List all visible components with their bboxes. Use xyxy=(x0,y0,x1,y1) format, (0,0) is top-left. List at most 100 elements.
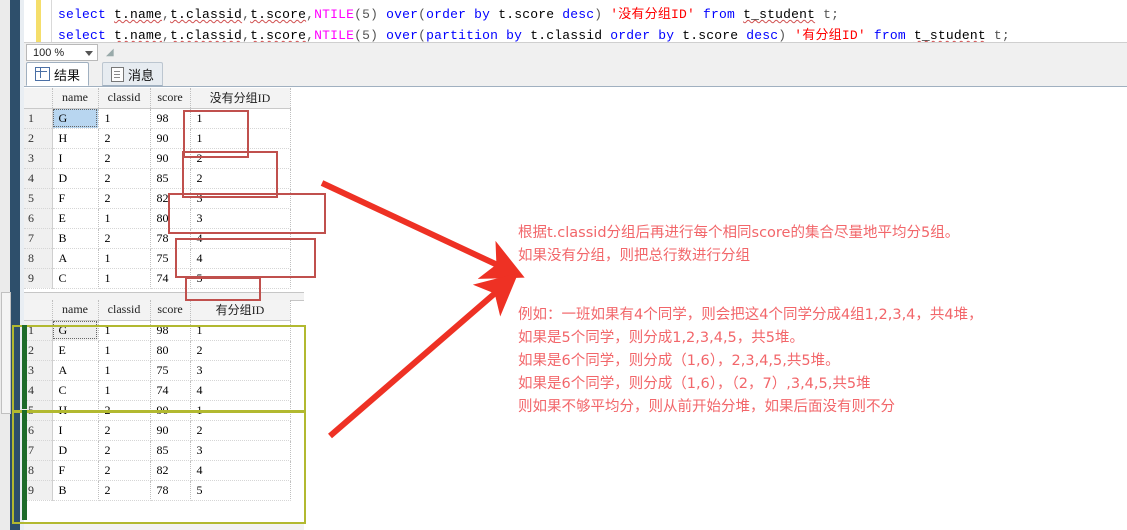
zoom-value: 100 % xyxy=(33,47,65,59)
sql-line-1[interactable]: select t.name,t.classid,t.score,NTILE(5)… xyxy=(58,3,839,22)
editor-gutter-separator xyxy=(51,0,52,42)
sql-token: desc xyxy=(746,28,779,43)
sql-token: , xyxy=(162,28,171,43)
grid-bottom-edge xyxy=(24,523,304,530)
cell-classid[interactable]: 2 xyxy=(98,168,151,189)
ntile-bracket-2 xyxy=(182,151,278,198)
sql-token: order by xyxy=(426,7,499,22)
sql-token: t.score xyxy=(498,7,563,22)
cell-name[interactable]: E xyxy=(52,208,99,229)
cell-rownum[interactable]: 3 xyxy=(24,148,53,169)
cell-rownum[interactable]: 2 xyxy=(24,128,53,149)
annotation-note-b-line-2: 如果是5个同学，则分成1,2,3,4,5，共5堆。 xyxy=(518,330,805,346)
cell-rownum[interactable]: 8 xyxy=(24,248,53,269)
cell-rownum[interactable]: 4 xyxy=(24,168,53,189)
col-header-classid[interactable]: classid xyxy=(98,300,151,321)
tab-results[interactable]: 结果 xyxy=(26,62,90,86)
cell-classid[interactable]: 1 xyxy=(98,248,151,269)
screenshot-root: select t.name,t.classid,t.score,NTILE(5)… xyxy=(0,0,1127,530)
sql-token: select xyxy=(58,28,115,43)
sql-token: t.name xyxy=(114,7,163,22)
sql-token: ) xyxy=(594,7,611,22)
table-row[interactable]: 1 G 1 98 1 xyxy=(24,108,291,129)
sql-token: t.classid xyxy=(170,28,243,43)
sql-token: ( xyxy=(418,28,427,43)
col-header-classid[interactable]: classid xyxy=(98,88,151,109)
sql-token: t.score xyxy=(250,7,307,22)
vertical-scrollbar-thumb[interactable] xyxy=(1,292,11,414)
sql-token: '有分组ID' xyxy=(794,28,874,43)
cell-classid[interactable]: 2 xyxy=(98,148,151,169)
annotation-note-b-line-1: 例如：一班如果有4个同学，则会把这4个同学分成4组1,2,3,4，共4堆， xyxy=(518,307,983,323)
sql-token: NTILE xyxy=(314,7,355,22)
table-row[interactable]: 2 H 2 90 1 xyxy=(24,128,291,149)
cell-classid[interactable]: 1 xyxy=(98,108,151,129)
sql-token: t.classid xyxy=(530,28,611,43)
annotation-note-b-line-5: 则如果不够平均分，则从前开始分堆，如果后面没有则不分 xyxy=(518,399,895,415)
cell-name[interactable]: B xyxy=(52,228,99,249)
sql-token: ) xyxy=(778,28,795,43)
sql-token: over xyxy=(386,28,419,43)
cell-classid[interactable]: 2 xyxy=(98,228,151,249)
sql-line-2[interactable]: select t.name,t.classid,t.score,NTILE(5)… xyxy=(58,24,1010,43)
sql-token: '没有分组ID' xyxy=(610,7,704,22)
table-header-row: name classid score 没有分组ID xyxy=(24,88,291,109)
cell-classid[interactable]: 1 xyxy=(98,208,151,229)
annotation-note-b-line-3: 如果是6个同学，则分成（1,6），2,3,4,5,共5堆。 xyxy=(518,353,840,369)
col-header-rownum[interactable] xyxy=(24,300,53,321)
arrow-to-note-b xyxy=(328,273,519,439)
cell-rownum[interactable]: 9 xyxy=(24,268,53,289)
sql-token: from xyxy=(873,28,914,43)
cell-name[interactable]: F xyxy=(52,188,99,209)
tab-messages-label: 消息 xyxy=(128,67,155,83)
tab-results-label: 结果 xyxy=(54,67,81,83)
chevron-down-icon[interactable] xyxy=(85,51,93,56)
cell-rownum[interactable]: 6 xyxy=(24,208,53,229)
annotation-note-a: 根据t.classid分组后再进行每个相同score的集合尽量地平均分5组。 如… xyxy=(518,222,959,268)
cell-name[interactable]: A xyxy=(52,248,99,269)
sql-token: t_student xyxy=(913,28,986,43)
sql-token: t; xyxy=(815,7,840,22)
cell-name[interactable]: H xyxy=(52,128,99,149)
tab-messages[interactable]: 消息 xyxy=(102,62,164,86)
col-header-rownum[interactable] xyxy=(24,88,53,109)
cell-rownum[interactable]: 5 xyxy=(24,188,53,209)
cell-classid[interactable]: 1 xyxy=(98,268,151,289)
sql-token: , xyxy=(306,7,315,22)
col-header-name[interactable]: name xyxy=(52,88,99,109)
selected-cell[interactable]: G xyxy=(52,108,99,129)
col-header-score[interactable]: score xyxy=(150,88,191,109)
table-header-row: name classid score 有分组ID xyxy=(24,300,291,321)
cell-classid[interactable]: 2 xyxy=(98,128,151,149)
col-header-group[interactable]: 没有分组ID xyxy=(190,88,291,109)
sql-token: over xyxy=(386,7,419,22)
editor-status-bar: 100 % ◢ xyxy=(24,42,1127,64)
annotation-note-b: 例如：一班如果有4个同学，则会把这4个同学分成4组1,2,3,4，共4堆， 如果… xyxy=(518,304,983,419)
annotation-note-a-line-2: 如果没有分组，则把总行数进行分组 xyxy=(518,248,750,264)
message-icon xyxy=(111,66,124,82)
sql-token: NTILE xyxy=(314,28,355,43)
cell-rownum[interactable]: 1 xyxy=(24,108,53,129)
cell-name[interactable]: D xyxy=(52,168,99,189)
sql-token: t.classid xyxy=(170,7,243,22)
cell-classid[interactable]: 2 xyxy=(98,188,151,209)
ntile-bracket-3 xyxy=(168,193,326,234)
ntile-bracket-4 xyxy=(175,238,316,278)
partition-marker-class2 xyxy=(22,410,27,520)
arrow-to-note-a xyxy=(320,180,525,279)
sql-token: t.score xyxy=(250,28,307,43)
cell-name[interactable]: I xyxy=(52,148,99,169)
col-header-score[interactable]: score xyxy=(150,300,191,321)
sql-token: (5) xyxy=(354,7,387,22)
col-header-name[interactable]: name xyxy=(52,300,99,321)
sql-editor-pane[interactable]: select t.name,t.classid,t.score,NTILE(5)… xyxy=(24,0,1127,43)
col-header-group[interactable]: 有分组ID xyxy=(190,300,291,321)
partition-group-box-class2 xyxy=(12,410,306,524)
zoom-select[interactable]: 100 % xyxy=(26,44,98,61)
cell-name[interactable]: C xyxy=(52,268,99,289)
sql-token: partition by xyxy=(426,28,531,43)
sql-token: t.name xyxy=(114,28,163,43)
annotation-note-a-line-1: 根据t.classid分组后再进行每个相同score的集合尽量地平均分5组。 xyxy=(518,225,960,241)
cell-rownum[interactable]: 7 xyxy=(24,228,53,249)
sql-token: , xyxy=(242,28,251,43)
